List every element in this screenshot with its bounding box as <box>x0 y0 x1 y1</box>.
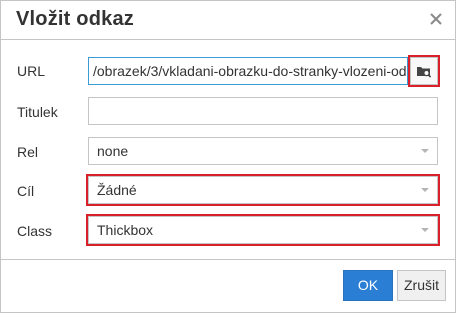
class-select-value: Thickbox <box>97 222 154 238</box>
rel-label: Rel <box>17 144 39 160</box>
browse-button[interactable] <box>410 57 438 85</box>
dialog-title: Vložit odkaz <box>16 8 134 30</box>
cil-select[interactable]: Žádné <box>88 176 438 204</box>
dialog-footer: OK Zrušit <box>1 259 455 312</box>
insert-link-dialog: Vložit odkaz URL /obrazek/3/vkladani-obr… <box>0 0 456 313</box>
chevron-down-icon <box>421 228 429 232</box>
url-label: URL <box>17 63 46 79</box>
cancel-button[interactable]: Zrušit <box>397 270 446 301</box>
folder-search-icon <box>417 67 432 78</box>
url-input[interactable]: /obrazek/3/vkladani-obrazku-do-stranky-v… <box>88 57 408 85</box>
chevron-down-icon <box>421 149 429 153</box>
dialog-header: Vložit odkaz <box>1 1 455 40</box>
titulek-label: Titulek <box>17 104 58 120</box>
class-select[interactable]: Thickbox <box>88 216 438 244</box>
dialog-body: URL /obrazek/3/vkladani-obrazku-do-stran… <box>1 40 455 259</box>
cil-label: Cíl <box>17 183 35 199</box>
ok-button[interactable]: OK <box>343 270 393 301</box>
rel-select-value: none <box>97 143 129 159</box>
close-button[interactable] <box>427 10 445 28</box>
chevron-down-icon <box>421 188 429 192</box>
cil-select-value: Žádné <box>97 182 137 198</box>
titulek-input[interactable] <box>88 97 438 125</box>
close-icon <box>430 13 442 25</box>
class-label: Class <box>17 223 53 239</box>
rel-select[interactable]: none <box>88 137 438 165</box>
